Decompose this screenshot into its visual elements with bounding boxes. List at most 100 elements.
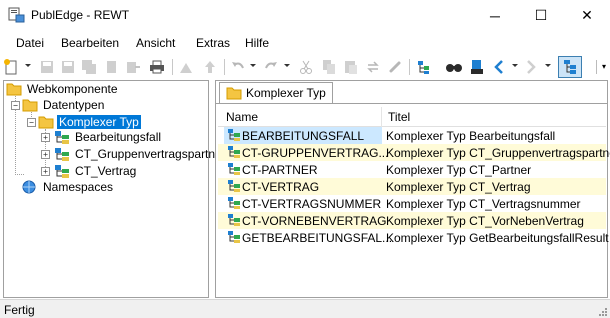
column-divider[interactable] bbox=[381, 107, 382, 127]
cut-icon[interactable] bbox=[297, 58, 315, 76]
detail-pane: Komplexer Typ Name Titel BEARBEITUNGSFAL… bbox=[215, 80, 610, 298]
save-icon[interactable] bbox=[38, 58, 56, 76]
toolbar-separator bbox=[409, 59, 410, 75]
complex-type-icon bbox=[227, 162, 241, 176]
tree-node-bearbeitungsfall[interactable]: Bearbeitungsfall bbox=[54, 129, 163, 145]
print-icon[interactable] bbox=[148, 58, 166, 76]
row-title: Komplexer Typ CT_Partner bbox=[386, 163, 532, 177]
link-icon[interactable] bbox=[386, 58, 404, 76]
replace-icon[interactable] bbox=[364, 58, 382, 76]
redo-dropdown-icon[interactable] bbox=[284, 64, 290, 67]
table-row[interactable]: CT-VORNEBENVERTRAG Komplexer Typ CT_VorN… bbox=[218, 212, 606, 229]
tree-node-ct-vertrag[interactable]: CT_Vertrag bbox=[54, 163, 138, 179]
row-title: Komplexer Typ CT_VorNebenVertrag bbox=[386, 214, 584, 228]
toolbar-separator bbox=[172, 59, 173, 75]
toolbar-overflow-button[interactable]: ▾ bbox=[596, 60, 606, 74]
forward-dropdown-icon[interactable] bbox=[545, 64, 551, 67]
tree-node-komplexer-typ[interactable]: Komplexer Typ bbox=[38, 114, 141, 130]
tree-label-datentypen: Datentypen bbox=[43, 98, 105, 112]
export-icon[interactable] bbox=[124, 58, 142, 76]
back-dropdown-icon[interactable] bbox=[512, 64, 518, 67]
maximize-button[interactable]: ☐ bbox=[518, 0, 564, 31]
tree-connector bbox=[15, 174, 24, 175]
row-name: BEARBEITUNGSFALL bbox=[242, 129, 365, 143]
tree-node-datentypen[interactable]: Datentypen bbox=[22, 97, 106, 113]
menu-datei[interactable]: Datei bbox=[16, 36, 44, 50]
table-row[interactable]: CT-PARTNER Komplexer Typ CT_Partner bbox=[218, 161, 606, 178]
tree-pane: Webkomponente − Datentypen − Komplexer T… bbox=[3, 80, 226, 298]
tree-label-komplexer-typ: Komplexer Typ bbox=[57, 115, 141, 129]
new-dropdown-icon[interactable] bbox=[25, 64, 31, 67]
complex-type-icon bbox=[227, 230, 241, 244]
collapse-icon[interactable]: − bbox=[11, 101, 20, 110]
globe-icon bbox=[22, 180, 38, 194]
column-header-name[interactable]: Name bbox=[226, 110, 258, 124]
expand-icon[interactable]: + bbox=[41, 150, 50, 159]
table-row[interactable]: GETBEARBEITUNGSFAL... Komplexer Typ GetB… bbox=[218, 229, 609, 246]
copy-doc-icon[interactable] bbox=[103, 58, 121, 76]
paste-icon[interactable] bbox=[342, 58, 360, 76]
tab-komplexer-typ[interactable]: Komplexer Typ bbox=[219, 82, 333, 103]
column-header-title[interactable]: Titel bbox=[388, 110, 410, 124]
row-name: CT-VORNEBENVERTRAG bbox=[242, 214, 387, 228]
new-icon[interactable] bbox=[2, 58, 20, 76]
tree-label-ct-vertrag: CT_Vertrag bbox=[75, 164, 137, 178]
window-title: PublEdge - REWT bbox=[31, 8, 130, 22]
status-text: Fertig bbox=[4, 303, 35, 317]
toolbar-separator bbox=[224, 59, 225, 75]
menu-ansicht[interactable]: Ansicht bbox=[136, 36, 175, 50]
expand-icon[interactable]: + bbox=[41, 133, 50, 142]
forward-icon[interactable] bbox=[522, 58, 540, 76]
menu-extras[interactable]: Extras bbox=[196, 36, 230, 50]
menu-bar: Datei Bearbeiten Ansicht Extras Hilfe bbox=[0, 33, 610, 53]
table-row[interactable]: CT-GRUPPENVERTRAG... Komplexer Typ CT_Gr… bbox=[218, 144, 610, 161]
bookmark-icon[interactable] bbox=[468, 58, 486, 76]
tree-view-icon[interactable] bbox=[415, 58, 433, 76]
table-row[interactable]: CT-VERTRAGSNUMMER Komplexer Typ CT_Vertr… bbox=[218, 195, 606, 212]
table-row[interactable]: BEARBEITUNGSFALL Komplexer Typ Bearbeitu… bbox=[218, 127, 606, 144]
redo-icon[interactable] bbox=[262, 58, 280, 76]
row-name: CT-PARTNER bbox=[242, 163, 318, 177]
tab-label: Komplexer Typ bbox=[246, 86, 326, 100]
table-row[interactable]: CT-VERTRAG Komplexer Typ CT_Vertrag bbox=[218, 178, 606, 195]
import-icon[interactable] bbox=[177, 58, 195, 76]
collapse-icon[interactable]: − bbox=[27, 118, 36, 127]
row-name: CT-VERTRAGSNUMMER bbox=[242, 197, 382, 211]
tree-node-webkomponente[interactable]: Webkomponente bbox=[6, 81, 120, 97]
grid-header: Name Titel bbox=[218, 107, 606, 127]
complex-type-icon bbox=[54, 130, 70, 144]
tree-label-ct-gruppenvertragspartner: CT_Gruppenvertragspartner bbox=[75, 147, 226, 161]
minimize-button[interactable]: ─ bbox=[472, 0, 518, 31]
complex-type-icon bbox=[227, 196, 241, 210]
menu-bearbeiten[interactable]: Bearbeiten bbox=[61, 36, 119, 50]
row-title: Komplexer Typ CT_Vertragsnummer bbox=[386, 197, 581, 211]
tree-node-ct-gruppenvertragspartner[interactable]: CT_Gruppenvertragspartner bbox=[54, 146, 228, 162]
row-name: CT-GRUPPENVERTRAG... bbox=[242, 146, 389, 160]
title-bar: PublEdge - REWT ─ ☐ ✕ bbox=[0, 0, 610, 31]
undo-dropdown-icon[interactable] bbox=[250, 64, 256, 67]
tree-label-namespaces: Namespaces bbox=[43, 180, 114, 194]
resize-grip-icon[interactable] bbox=[598, 306, 608, 316]
complex-type-icon bbox=[227, 213, 241, 227]
back-icon[interactable] bbox=[490, 58, 508, 76]
toolbar: ▾ bbox=[0, 54, 610, 80]
row-name: GETBEARBEITUNGSFAL... bbox=[242, 231, 393, 245]
folder-icon bbox=[38, 115, 54, 129]
copy-icon[interactable] bbox=[320, 58, 338, 76]
folder-icon bbox=[226, 86, 242, 100]
tree-node-namespaces[interactable]: Namespaces bbox=[22, 179, 115, 195]
upload-icon[interactable] bbox=[201, 58, 219, 76]
expand-icon[interactable]: + bbox=[41, 167, 50, 176]
complex-type-icon bbox=[227, 179, 241, 193]
save-all-icon[interactable] bbox=[80, 58, 98, 76]
complex-type-icon bbox=[227, 145, 241, 159]
menu-hilfe[interactable]: Hilfe bbox=[245, 36, 269, 50]
tree-label-webkomponente: Webkomponente bbox=[27, 82, 118, 96]
close-button[interactable]: ✕ bbox=[564, 0, 610, 31]
row-title: Komplexer Typ GetBearbeitungsfallResult bbox=[386, 231, 609, 245]
find-icon[interactable] bbox=[445, 58, 463, 76]
save-as-icon[interactable] bbox=[59, 58, 77, 76]
structure-view-icon[interactable] bbox=[561, 58, 579, 76]
undo-icon[interactable] bbox=[229, 58, 247, 76]
row-title: Komplexer Typ CT_Gruppenvertragspartner bbox=[386, 146, 610, 160]
